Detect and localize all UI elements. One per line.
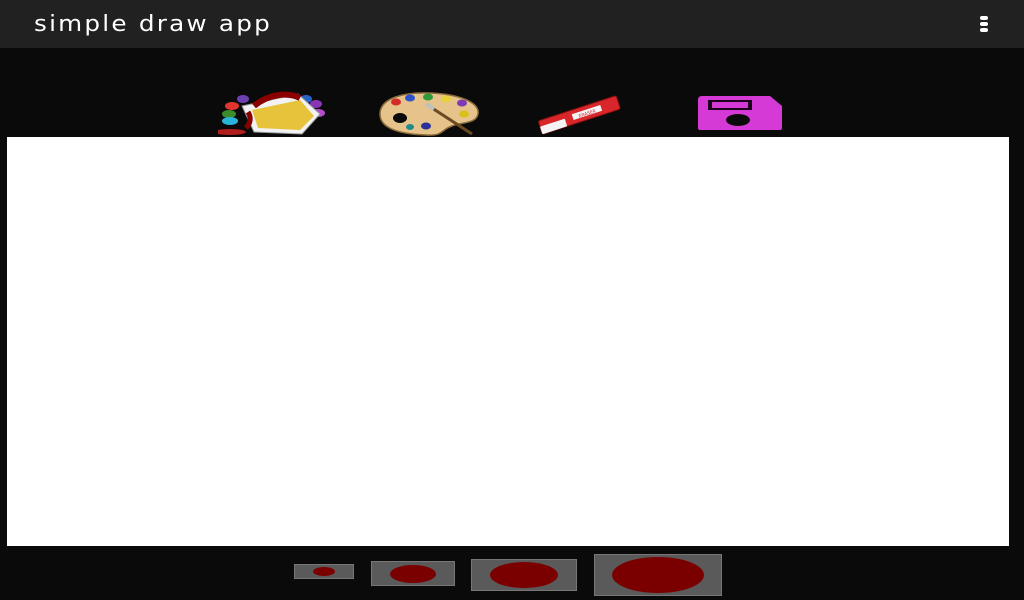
eraser-icon: ERASER bbox=[538, 95, 621, 135]
palette-button[interactable] bbox=[374, 88, 482, 137]
drawing-canvas[interactable] bbox=[7, 137, 1009, 546]
paint-bucket-icon bbox=[218, 91, 325, 135]
tool-row: ERASER bbox=[0, 48, 1024, 137]
brush-large-icon bbox=[490, 562, 558, 588]
app-root: simple draw app ERASER bbox=[0, 0, 1024, 600]
brush-small-icon bbox=[313, 567, 335, 576]
app-title: simple draw app bbox=[34, 11, 272, 37]
paint-bucket-button[interactable] bbox=[218, 88, 330, 137]
brush-xlarge-icon bbox=[612, 557, 704, 593]
brush-size-xlarge-button[interactable] bbox=[594, 554, 722, 596]
overflow-menu-icon bbox=[980, 16, 988, 20]
save-icon bbox=[698, 96, 782, 130]
overflow-menu-icon-dot bbox=[980, 22, 988, 26]
brush-size-small-button[interactable] bbox=[294, 564, 354, 579]
overflow-menu-icon-dot bbox=[980, 28, 988, 32]
eraser-button[interactable]: ERASER bbox=[532, 88, 626, 137]
brush-size-large-button[interactable] bbox=[471, 559, 577, 591]
save-button[interactable] bbox=[696, 88, 784, 137]
overflow-menu-button[interactable] bbox=[972, 10, 996, 38]
app-bar: simple draw app bbox=[0, 0, 1024, 48]
brush-medium-icon bbox=[390, 564, 436, 583]
brush-size-row bbox=[0, 546, 1024, 600]
brush-size-medium-button[interactable] bbox=[371, 561, 455, 586]
palette-icon bbox=[379, 92, 479, 136]
